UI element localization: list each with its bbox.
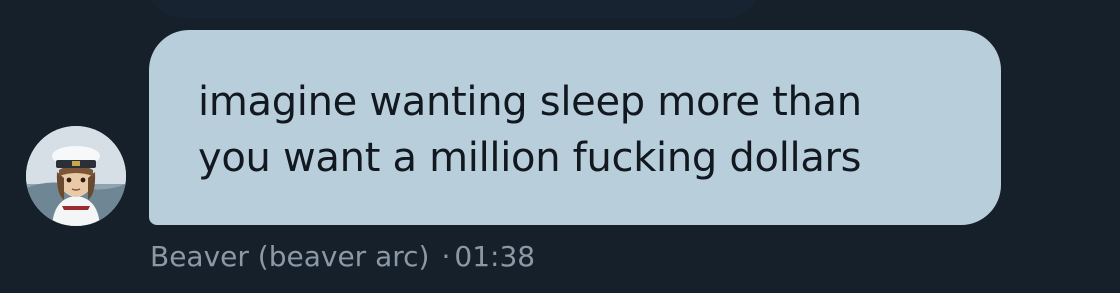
message-timestamp: 01:38 <box>454 240 536 273</box>
message-bubble[interactable]: imagine wanting sleep more than you want… <box>149 30 1001 225</box>
avatar-icon <box>26 126 126 226</box>
sender-avatar[interactable] <box>26 126 126 226</box>
message-text: imagine wanting sleep more than you want… <box>198 79 862 181</box>
message-meta: Beaver (beaver arc) · 01:38 <box>150 239 535 275</box>
sender-name[interactable]: Beaver (beaver arc) <box>150 240 429 273</box>
meta-separator: · <box>441 240 451 273</box>
message-row: imagine wanting sleep more than you want… <box>0 0 1120 293</box>
dm-conversation: imagine wanting sleep more than you want… <box>0 0 1120 293</box>
